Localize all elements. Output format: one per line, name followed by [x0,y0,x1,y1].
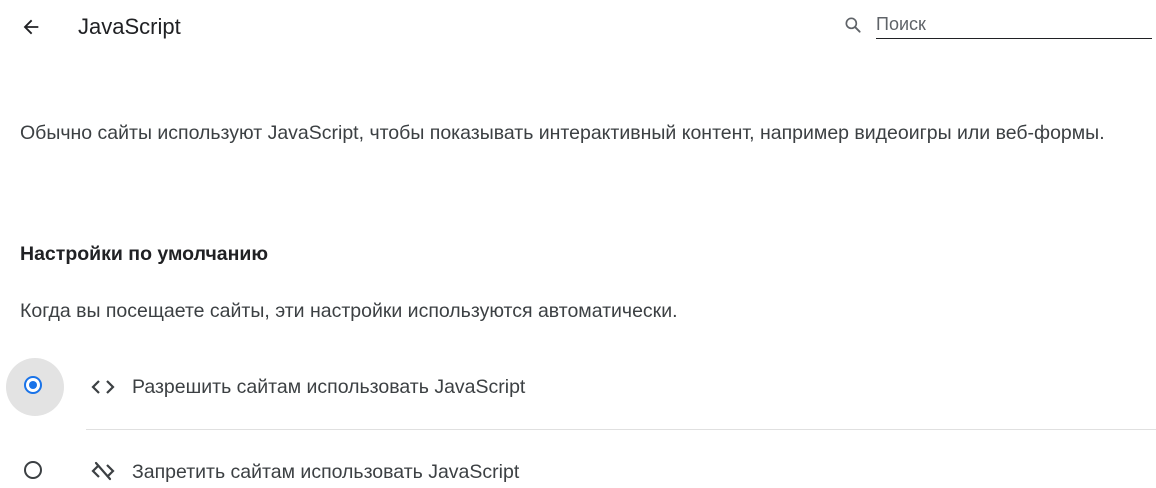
radio-button-block[interactable] [24,461,42,479]
arrow-left-icon [23,19,39,35]
radio-button-allow[interactable] [24,376,42,394]
code-icon [86,375,120,399]
option-label-block: Запретить сайтам использовать JavaScript [132,461,520,483]
radio-option-allow-javascript[interactable]: Разрешить сайтам использовать JavaScript [0,357,1156,417]
search-box[interactable] [842,8,1156,42]
page-title: JavaScript [78,14,181,39]
radio-option-block-javascript[interactable]: Запретить сайтам использовать JavaScript [0,440,1156,488]
code-off-icon [86,459,120,483]
option-divider [86,429,1156,430]
back-button[interactable] [14,10,48,44]
search-input[interactable] [876,10,1152,39]
search-icon[interactable] [842,12,864,38]
option-label-allow: Разрешить сайтам использовать JavaScript [132,376,526,398]
section-title: Настройки по умолчанию [20,243,269,265]
section-subtitle: Когда вы посещаете сайты, эти настройки … [20,300,678,322]
page-description: Обычно сайты используют JavaScript, чтоб… [20,122,1105,144]
